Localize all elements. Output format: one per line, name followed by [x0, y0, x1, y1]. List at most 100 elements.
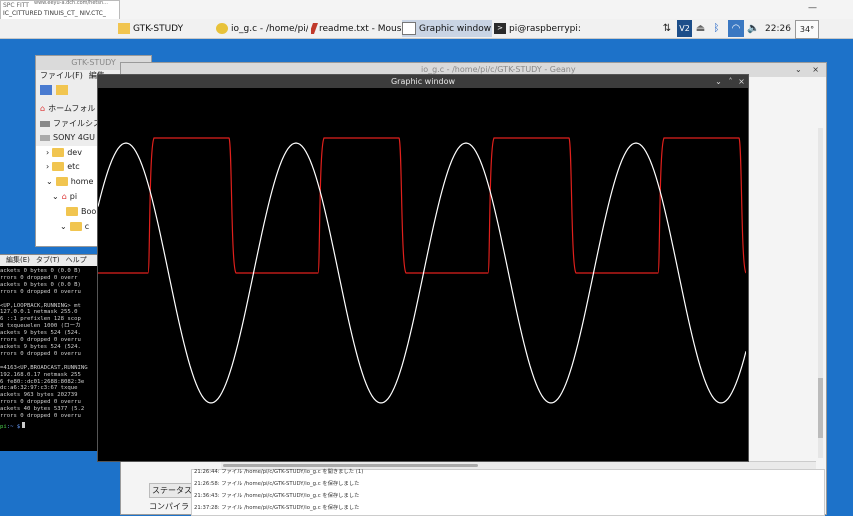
- cursor: [22, 421, 26, 428]
- terminal-line: ackets 0 bytes 0 (0.0 B): [0, 268, 81, 274]
- menu-tab[interactable]: タブ(T): [36, 255, 60, 266]
- pencil-icon: [311, 23, 319, 34]
- terminal-line: ackets 0 bytes 0 (0.0 B): [0, 281, 81, 288]
- terminal-prompt[interactable]: pi:~ $: [0, 421, 100, 431]
- minimize-icon[interactable]: —: [808, 3, 817, 13]
- terminal-line: 6 fe80::dc01:2688:8082:3e: [0, 378, 85, 385]
- home-icon: ⌂: [40, 104, 46, 113]
- folder-icon: [52, 148, 65, 157]
- tree-home[interactable]: ⌄ home: [46, 177, 93, 186]
- waveform-canvas: [98, 137, 746, 404]
- task-label: io_g.c - /home/pi/c/G...: [231, 23, 308, 34]
- folder-icon: [69, 222, 82, 231]
- terminal-line: =4163<UP,BROADCAST,RUNNING: [0, 364, 88, 371]
- home-icon: ⌂: [61, 192, 67, 201]
- place-label: ホームフォル: [48, 104, 96, 113]
- clock: 22:26: [765, 23, 791, 34]
- terminal-icon: >: [494, 23, 506, 34]
- place-filesystem[interactable]: ファイルシス: [40, 118, 101, 129]
- terminal-line: rrors 0 dropped 0 overru: [0, 399, 81, 406]
- volume-icon[interactable]: 🔈: [747, 20, 760, 37]
- folder-icon[interactable]: [56, 85, 68, 95]
- chevron-down-icon[interactable]: ⌄: [795, 65, 802, 74]
- terminal-menubar: 編集(E) タブ(T) ヘルプ: [0, 255, 100, 266]
- folder-icon: [52, 162, 65, 171]
- terminal-line: ackets 9 bytes 524 (524.: [0, 343, 81, 350]
- geany-controls: ⌄ ×: [795, 65, 819, 74]
- task-label: pi@raspberrypi: ~: [509, 23, 584, 34]
- drive-icon: [40, 120, 50, 127]
- close-icon[interactable]: ×: [812, 65, 819, 74]
- terminal-output[interactable]: ackets 0 bytes 0 (0.0 B) rrors 0 dropped …: [0, 266, 100, 420]
- task-label: Graphic window: [419, 23, 492, 34]
- tree-label: pi: [69, 192, 78, 201]
- graphic-window-title: Graphic window ⌄ ˄ ×: [98, 75, 748, 88]
- terminal-line: rrors 0 dropped 0 overru: [0, 288, 81, 295]
- tree-pi[interactable]: ⌄ ⌂ pi: [52, 192, 77, 201]
- cpu-monitor: 34°: [795, 20, 819, 39]
- folder-icon: [118, 23, 130, 34]
- terminal-line: ackets 40 bytes 5377 (5.2: [0, 406, 85, 413]
- prompt-path: :~ $: [6, 423, 21, 430]
- place-sony[interactable]: SONY 4GU: [40, 133, 95, 142]
- task-gtk-study[interactable]: GTK-STUDY: [118, 20, 213, 37]
- top-strip: SPC FITT IC_CITTURED TINUIS_CT_ NIV.CTC_…: [0, 0, 853, 21]
- tree-book[interactable]: Book: [66, 207, 101, 216]
- terminal-line: rrors 0 dropped 0 overru: [0, 337, 81, 344]
- task-graphic-window[interactable]: Graphic window: [402, 20, 492, 37]
- graphic-window: Graphic window ⌄ ˄ ×: [97, 74, 749, 462]
- tab2-label: IC_CITTURED TINUIS_CT_ NIV.CTC_: [3, 10, 106, 17]
- taskbar: GTK-STUDY io_g.c - /home/pi/c/G... readm…: [0, 19, 853, 39]
- menu-file[interactable]: ファイル(F): [40, 70, 83, 82]
- terminal-line: dc:a6:32:97:c3:67 txque: [0, 385, 78, 392]
- eject-icon[interactable]: ⏏: [694, 20, 707, 37]
- terminal-line: 192.168.0.17 netmask 255: [0, 371, 81, 378]
- log-line: 21:26:58: ファイル /home/pi/c/GTK-STUDY/io_g…: [194, 481, 360, 487]
- wifi-icon[interactable]: ◠: [728, 20, 744, 37]
- tree-label: dev: [67, 148, 82, 157]
- message-log: 21:26:44: ファイル /home/pi/c/GTK-STUDY/io_g…: [191, 469, 825, 516]
- task-mousepad[interactable]: readme.txt - Mousepad: [311, 20, 401, 37]
- maximize-icon[interactable]: ˄: [725, 75, 736, 88]
- tree-c[interactable]: ⌄ c: [60, 222, 89, 231]
- window-title-text: Graphic window: [390, 77, 456, 86]
- menu-edit[interactable]: 編集(E): [6, 255, 30, 266]
- terminal-line: rrors 0 dropped 0 overru: [0, 350, 81, 357]
- terminal-line: ackets 9 bytes 524 (524.: [0, 330, 81, 337]
- minimize-icon[interactable]: ⌄: [713, 75, 724, 88]
- editor-scrollbar[interactable]: [818, 128, 823, 458]
- tab-status[interactable]: ステータス: [149, 483, 195, 498]
- tray-arrows-icon[interactable]: ⇅: [660, 20, 674, 37]
- prompt-user: pi: [0, 423, 7, 430]
- tree-label: home: [70, 177, 94, 186]
- place-label: SONY 4GU: [53, 133, 95, 142]
- place-home[interactable]: ⌂ ホームフォル: [40, 103, 95, 114]
- tab-compiler[interactable]: コンパイラ: [149, 501, 189, 512]
- bluetooth-icon[interactable]: ᛒ: [710, 20, 723, 37]
- terminal-window: 編集(E) タブ(T) ヘルプ ackets 0 bytes 0 (0.0 B)…: [0, 254, 100, 451]
- browser-url: www.eeyu-a.dch.com/hetsn...: [34, 0, 108, 6]
- scrollbar-thumb[interactable]: [818, 378, 823, 438]
- tree-label: etc: [67, 162, 80, 171]
- terminal-line: 127.0.0.1 netmask 255.0: [0, 309, 78, 316]
- vnc-icon[interactable]: V2: [677, 20, 692, 37]
- log-line: 21:36:43: ファイル /home/pi/c/GTK-STUDY/io_g…: [194, 493, 360, 499]
- log-line: 21:37:28: ファイル /home/pi/c/GTK-STUDY/io_g…: [194, 505, 360, 511]
- new-window-icon[interactable]: [40, 85, 52, 95]
- close-icon[interactable]: ×: [736, 75, 747, 88]
- task-geany[interactable]: io_g.c - /home/pi/c/G...: [216, 20, 308, 37]
- task-terminal[interactable]: > pi@raspberrypi: ~: [494, 20, 584, 37]
- terminal-line: <UP,LOOPBACK,RUNNING> mt: [0, 302, 81, 309]
- terminal-line: 8 txqueuelen 1000 (ローカ: [0, 323, 81, 330]
- place-label: ファイルシス: [53, 119, 101, 128]
- folder-icon: [55, 177, 68, 186]
- tree-dev[interactable]: › dev: [46, 148, 82, 157]
- usb-drive-icon: [40, 134, 50, 141]
- terminal-line: rrors 0 dropped 0 overr: [0, 274, 78, 281]
- tree-label: c: [84, 222, 90, 231]
- tree-etc[interactable]: › etc: [46, 162, 80, 171]
- menu-help[interactable]: ヘルプ: [66, 255, 87, 266]
- geany-icon: [216, 23, 228, 34]
